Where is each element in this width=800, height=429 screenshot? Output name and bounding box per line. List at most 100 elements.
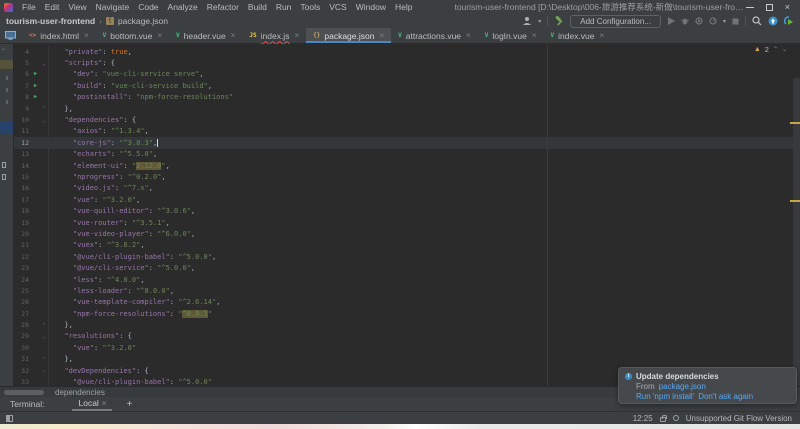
code-line[interactable]: 10⌄ "dependencies": { [14, 114, 800, 125]
line-number[interactable]: 12 [14, 139, 31, 147]
code-line[interactable]: 15 "nprogress": "^0.2.0", [14, 171, 800, 182]
run-icon[interactable]: ▶ [31, 94, 40, 100]
terminal-tab-local[interactable]: Local × [72, 397, 112, 411]
tab-logIn.vue[interactable]: VlogIn.vue× [478, 28, 544, 43]
coverage-icon[interactable] [695, 17, 703, 25]
code-line[interactable]: 19 "vue-router": "^3.5.1", [14, 217, 800, 228]
menu-run[interactable]: Run [272, 2, 296, 12]
fold-icon[interactable]: ⌃ [40, 319, 49, 330]
line-number[interactable]: 19 [14, 219, 31, 227]
code-line[interactable]: 9⌃ }, [14, 103, 800, 114]
line-number[interactable]: 10 [14, 116, 31, 124]
panel-scrollbar-thumb[interactable] [4, 390, 44, 395]
code-line[interactable]: 25 "less-loader": "^8.0.0", [14, 285, 800, 296]
tab-package.json[interactable]: {}package.json× [306, 28, 391, 43]
code-line[interactable]: 26 "vue-template-compiler": "^2.6.14", [14, 297, 800, 308]
menu-edit[interactable]: Edit [41, 2, 64, 12]
tool-window-switcher-icon[interactable] [6, 415, 13, 422]
event-log-icon[interactable] [673, 415, 679, 421]
menu-tools[interactable]: Tools [296, 2, 324, 12]
fold-icon[interactable]: ⌄ [40, 114, 49, 125]
line-number[interactable]: 30 [14, 344, 31, 352]
close-icon[interactable]: × [532, 31, 537, 40]
code-line[interactable]: 5⌄ "scripts": { [14, 57, 800, 68]
menu-help[interactable]: Help [391, 2, 416, 12]
line-number[interactable]: 21 [14, 241, 31, 249]
debug-button-icon[interactable] [681, 17, 689, 25]
project-panel-collapsed[interactable]: ⌄ [0, 44, 14, 386]
menu-navigate[interactable]: Navigate [92, 2, 134, 12]
code-line[interactable]: 24 "less": "^4.0.0", [14, 274, 800, 285]
line-number[interactable]: 18 [14, 207, 31, 215]
line-number[interactable]: 33 [14, 378, 31, 386]
close-icon[interactable]: × [294, 31, 299, 40]
new-terminal-button[interactable]: + [126, 399, 132, 410]
stop-button-icon[interactable] [732, 18, 739, 25]
code-line[interactable]: 23 "@vue/cli-service": "^5.0.0", [14, 262, 800, 273]
menu-refactor[interactable]: Refactor [203, 2, 243, 12]
editor-scrollbar[interactable] [793, 78, 800, 386]
breadcrumb-json-path[interactable]: dependencies [55, 388, 105, 397]
menu-view[interactable]: View [64, 2, 90, 12]
warning-stripe-mark[interactable] [790, 122, 800, 124]
tab-index.vue[interactable]: Vindex.vue× [544, 28, 612, 43]
breadcrumb-file[interactable]: package.json [118, 16, 168, 26]
close-icon[interactable]: × [231, 31, 236, 40]
menu-file[interactable]: File [18, 2, 40, 12]
line-number[interactable]: 20 [14, 230, 31, 238]
line-number[interactable]: 31 [14, 355, 31, 363]
fold-icon[interactable]: ⌄ [40, 365, 49, 376]
code-line[interactable]: 20 "vue-video-player": "^6.0.0", [14, 228, 800, 239]
code-line[interactable]: 27 "npm-force-resolutions": "^0.0.1" [14, 308, 800, 319]
line-number[interactable]: 32 [14, 367, 31, 375]
close-icon[interactable]: × [84, 31, 89, 40]
code-line[interactable]: 29⌄ "resolutions": { [14, 331, 800, 342]
build-hammer-icon[interactable] [554, 16, 564, 26]
tree-chevron-icon[interactable]: ⌄ [1, 45, 6, 52]
line-number[interactable]: 25 [14, 287, 31, 295]
line-number[interactable]: 5 [14, 59, 31, 67]
code-line[interactable]: 14 "element-ui": "2.12.0", [14, 160, 800, 171]
fold-icon[interactable]: ⌃ [40, 103, 49, 114]
user-icon[interactable] [522, 16, 532, 26]
code-line[interactable]: 11 "axios": "^1.3.4", [14, 126, 800, 137]
next-warning-icon[interactable]: ⌄ [782, 46, 787, 53]
terminal-label[interactable]: Terminal: [0, 399, 54, 409]
line-number[interactable]: 16 [14, 184, 31, 192]
line-number[interactable]: 4 [14, 48, 31, 56]
tab-index.js[interactable]: JSindex.js× [242, 28, 306, 43]
line-number[interactable]: 17 [14, 196, 31, 204]
line-number[interactable]: 28 [14, 321, 31, 329]
close-icon[interactable]: × [600, 31, 605, 40]
run-icon[interactable]: ▶ [31, 83, 40, 89]
code-area[interactable]: 4 "private": true,5⌄ "scripts": {6▶ "dev… [14, 44, 800, 386]
close-icon[interactable]: × [466, 31, 471, 40]
warning-stripe-mark[interactable] [790, 200, 800, 202]
minimize-icon[interactable] [746, 7, 754, 8]
line-number[interactable]: 8 [14, 93, 31, 101]
code-line[interactable]: 16 "video.js": "^7.x", [14, 183, 800, 194]
breadcrumb-project[interactable]: tourism-user-frontend [6, 16, 95, 26]
code-line[interactable]: 13 "echarts": "^5.5.0", [14, 149, 800, 160]
inspection-widget[interactable]: ▲ 2 ⌃ ⌄ [754, 45, 787, 54]
chevron-down-icon[interactable]: ▾ [723, 18, 726, 25]
code-line[interactable]: 12 "core-js": "^3.8.3", [14, 137, 800, 148]
line-number[interactable]: 6 [14, 70, 31, 78]
run-npm-install-link[interactable]: Run 'npm install' [636, 392, 694, 401]
close-icon[interactable]: × [157, 31, 162, 40]
close-icon[interactable]: × [102, 399, 107, 408]
menu-code[interactable]: Code [134, 2, 162, 12]
menu-vcs[interactable]: VCS [325, 2, 350, 12]
line-number[interactable]: 13 [14, 150, 31, 158]
code-line[interactable]: 8▶ "postinstall": "npm-force-resolutions… [14, 92, 800, 103]
line-number[interactable]: 14 [14, 162, 31, 170]
run-button-icon[interactable] [667, 17, 675, 25]
menu-build[interactable]: Build [244, 2, 271, 12]
search-everywhere-icon[interactable] [752, 16, 762, 26]
maximize-icon[interactable] [766, 4, 773, 11]
prev-warning-icon[interactable]: ⌃ [773, 46, 778, 53]
tab-bottom.vue[interactable]: Vbottom.vue× [96, 28, 169, 43]
line-number[interactable]: 24 [14, 276, 31, 284]
menu-analyze[interactable]: Analyze [164, 2, 202, 12]
code-line[interactable]: 21 "vuex": "^3.6.2", [14, 240, 800, 251]
